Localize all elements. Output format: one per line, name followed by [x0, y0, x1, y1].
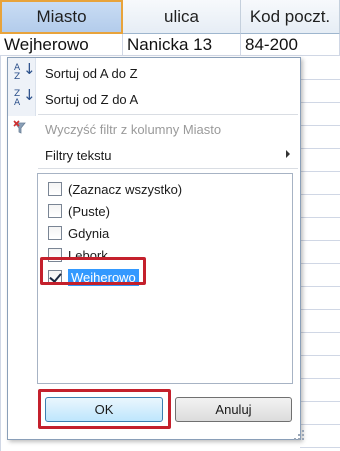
grid-line	[300, 263, 340, 264]
grid-line	[0, 56, 1, 451]
column-header-label: Kod poczt.	[249, 6, 331, 26]
sort-za-icon: Z A ↓	[14, 86, 36, 108]
grid-line	[300, 332, 340, 333]
highlight-wejherowo	[40, 257, 146, 285]
checkbox[interactable]	[48, 204, 62, 218]
grid-line	[300, 378, 340, 379]
grid-line	[300, 424, 340, 425]
grid-line	[300, 148, 340, 149]
grid-line	[300, 102, 340, 103]
sort-az-icon: A Z ↓	[14, 60, 36, 82]
clear-filter-icon	[13, 120, 31, 138]
filter-value-blanks[interactable]: (Puste)	[48, 201, 110, 221]
cell-miasto[interactable]: Wejherowo	[0, 34, 123, 56]
column-header-label: Miasto	[36, 7, 87, 26]
text-filters-item[interactable]: Filtry tekstu	[8, 142, 300, 168]
sort-a-to-z-item[interactable]: A Z ↓ Sortuj od A do Z	[8, 60, 300, 86]
filter-value-label: Gdynia	[68, 225, 110, 241]
filter-value-gdynia[interactable]: Gdynia	[48, 223, 109, 243]
column-header-label: ulica	[164, 6, 199, 26]
menu-separator	[38, 168, 298, 169]
grid-line	[300, 171, 340, 172]
grid-line	[300, 125, 340, 126]
grid-line	[300, 447, 340, 448]
checkbox[interactable]	[48, 226, 62, 240]
checkbox[interactable]	[48, 182, 62, 196]
highlight-ok	[38, 389, 171, 429]
grid-line	[300, 309, 340, 310]
filter-value-select-all[interactable]: (Zaznacz wszystko)	[48, 179, 182, 199]
menu-item-label: Sortuj od Z do A	[45, 91, 139, 107]
column-header-ulica[interactable]: ulica	[123, 0, 241, 34]
column-header-miasto[interactable]: Miasto	[0, 0, 123, 34]
autofilter-popup: A Z ↓ Sortuj od A do Z Z A ↓ Sortuj od Z do …	[7, 57, 304, 440]
filter-value-label: (Zaznacz wszystko)	[68, 181, 183, 197]
menu-item-label: Wyczyść filtr z kolumny Miasto	[45, 121, 222, 137]
menu-item-label: Filtry tekstu	[45, 147, 112, 163]
grid-line	[300, 286, 340, 287]
menu-separator	[38, 114, 298, 115]
column-header-kod[interactable]: Kod poczt.	[241, 0, 340, 34]
grid-line	[300, 355, 340, 356]
sort-z-to-a-item[interactable]: Z A ↓ Sortuj od Z do A	[8, 86, 300, 112]
filter-value-label: (Puste)	[68, 203, 110, 219]
resize-grip[interactable]	[294, 430, 304, 440]
grid-line	[300, 240, 340, 241]
clear-filter-item: Wyczyść filtr z kolumny Miasto	[8, 116, 300, 142]
grid-line	[300, 194, 340, 195]
cancel-button[interactable]: Anuluj	[175, 397, 292, 422]
cell-kod[interactable]: 84-200	[241, 34, 340, 56]
cancel-button-label: Anuluj	[215, 402, 252, 417]
submenu-arrow-icon	[286, 150, 290, 158]
grid-line	[300, 217, 340, 218]
menu-item-label: Sortuj od A do Z	[45, 65, 138, 81]
grid-line	[300, 79, 340, 80]
cell-ulica[interactable]: Nanicka 13	[123, 34, 241, 56]
grid-line	[300, 401, 340, 402]
